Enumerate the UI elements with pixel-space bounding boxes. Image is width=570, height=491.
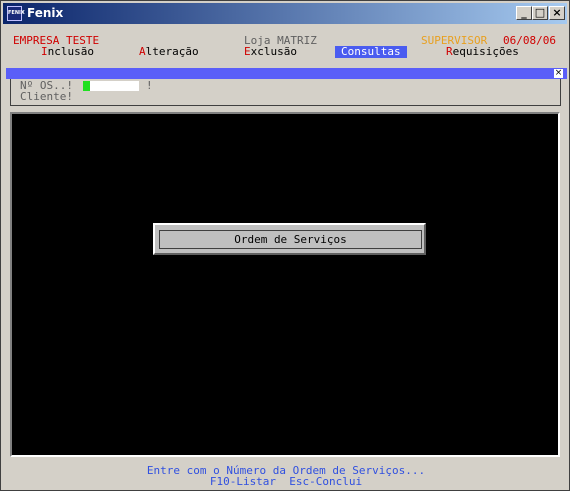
form-close-icon[interactable]: × bbox=[554, 69, 563, 78]
menu-inclusao-label: nclusão bbox=[47, 45, 94, 58]
hotkey-i: I bbox=[41, 45, 48, 58]
ordem-servicos-dialog: Ordem de Serviços bbox=[153, 223, 426, 255]
app-window: FENIX Fenix _ □ × EMPRESA TESTE Loja MAT… bbox=[0, 0, 570, 491]
menu-alteracao[interactable]: Alteração bbox=[139, 46, 199, 58]
os-number-input[interactable] bbox=[83, 81, 139, 91]
menu-exclusao-label: xclusão bbox=[250, 45, 297, 58]
menu-inclusao[interactable]: Inclusão bbox=[41, 46, 94, 58]
minimize-button[interactable]: _ bbox=[516, 6, 532, 20]
cliente-label: Cliente! bbox=[20, 90, 73, 103]
menu-requisicoes-label: equisições bbox=[452, 45, 519, 58]
menu-exclusao[interactable]: Exclusão bbox=[244, 46, 297, 58]
title-bar[interactable]: FENIX Fenix _ □ × bbox=[3, 3, 567, 24]
menu-alteracao-label: lteração bbox=[145, 45, 199, 58]
hotkey-e: E bbox=[244, 45, 251, 58]
ordem-servicos-button[interactable]: Ordem de Serviços bbox=[159, 230, 422, 249]
menu-consultas[interactable]: Consultas bbox=[335, 46, 407, 58]
window-title: Fenix bbox=[27, 6, 64, 20]
close-button[interactable]: × bbox=[549, 6, 565, 20]
os-number-suffix: ! bbox=[146, 79, 153, 92]
hotkey-a: A bbox=[139, 45, 146, 58]
form-title-bar: × bbox=[6, 68, 567, 79]
text-cursor bbox=[83, 81, 90, 91]
hotkey-r: R bbox=[446, 45, 453, 58]
status-shortcuts: F10-Listar Esc-Conclui bbox=[209, 475, 363, 488]
terminal-area bbox=[10, 112, 560, 457]
maximize-button[interactable]: □ bbox=[532, 6, 548, 20]
menu-requisicoes[interactable]: Requisições bbox=[446, 46, 519, 58]
fenix-app-icon[interactable]: FENIX bbox=[7, 6, 25, 21]
